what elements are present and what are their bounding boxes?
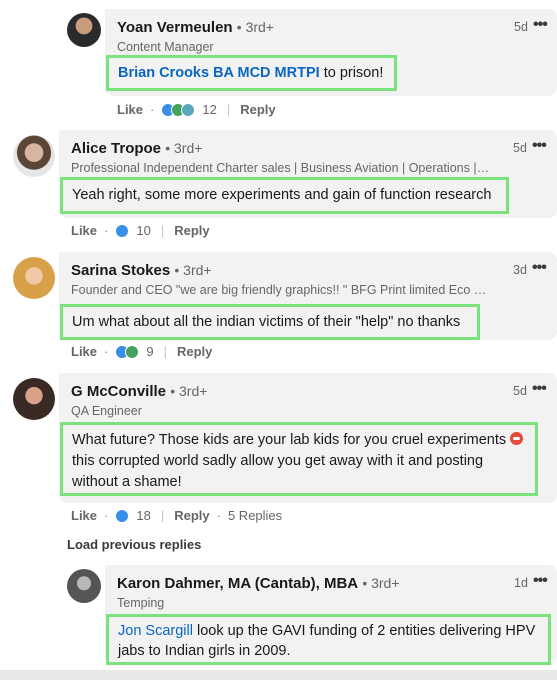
comment-bubble: Karon Dahmer, MA (Cantab), MBA • 3rd+ Te… bbox=[105, 565, 557, 665]
like-button[interactable]: Like bbox=[71, 508, 97, 523]
comment-text: Jon Scargill look up the GAVI funding of… bbox=[106, 614, 551, 665]
connection-degree: • 3rd+ bbox=[174, 262, 212, 278]
angry-emoji-icon bbox=[510, 432, 524, 445]
mention-link[interactable]: Jon Scargill bbox=[118, 623, 193, 639]
reactions[interactable] bbox=[115, 223, 130, 238]
commenter-name[interactable]: Karon Dahmer, MA (Cantab), MBA bbox=[117, 575, 358, 592]
comment-bubble: Sarina Stokes • 3rd+ Founder and CEO "we… bbox=[59, 252, 557, 340]
avatar[interactable] bbox=[13, 378, 55, 420]
comment-actions: Like · 10 | Reply bbox=[71, 223, 210, 238]
more-options-icon[interactable]: ••• bbox=[532, 137, 547, 155]
comment-time: 5d bbox=[513, 384, 527, 398]
comment-time: 5d bbox=[514, 20, 528, 34]
connection-degree: • 3rd+ bbox=[170, 383, 208, 399]
comment-alice: Alice Tropoe • 3rd+ Professional Indepen… bbox=[0, 125, 557, 245]
commenter-name[interactable]: Alice Tropoe bbox=[71, 140, 161, 157]
more-options-icon[interactable]: ••• bbox=[533, 572, 548, 590]
commenter-headline: Founder and CEO "we are big friendly gra… bbox=[71, 283, 491, 297]
comment-time: 1d bbox=[514, 576, 528, 590]
comment-actions: Like · 18 | Reply · 5 Replies bbox=[71, 508, 283, 523]
comment-bubble: Alice Tropoe • 3rd+ Professional Indepen… bbox=[59, 130, 557, 218]
comment-time: 5d bbox=[513, 141, 527, 155]
commenter-headline: QA Engineer bbox=[71, 404, 142, 418]
divider bbox=[0, 670, 557, 680]
like-button[interactable]: Like bbox=[71, 223, 97, 238]
insightful-reaction-icon bbox=[181, 102, 196, 117]
comment-actions: Like · 12 | Reply bbox=[117, 102, 276, 117]
comment-actions: Like · 9 | Reply bbox=[71, 344, 213, 359]
comment-karon: Karon Dahmer, MA (Cantab), MBA • 3rd+ Te… bbox=[0, 560, 557, 670]
like-reaction-icon bbox=[115, 223, 130, 238]
reaction-count: 9 bbox=[146, 344, 154, 359]
like-reaction-icon bbox=[115, 508, 130, 523]
reply-button[interactable]: Reply bbox=[174, 223, 209, 238]
commenter-name[interactable]: G McConville bbox=[71, 383, 166, 400]
more-options-icon[interactable]: ••• bbox=[532, 380, 547, 398]
comment-text: Brian Crooks BA MCD MRTPI to prison! bbox=[106, 55, 397, 91]
comment-time: 3d bbox=[513, 263, 527, 277]
reaction-count: 18 bbox=[136, 508, 151, 523]
commenter-name[interactable]: Sarina Stokes bbox=[71, 262, 170, 279]
reactions[interactable] bbox=[115, 508, 130, 523]
reaction-count: 12 bbox=[202, 102, 217, 117]
reply-button[interactable]: Reply bbox=[177, 344, 212, 359]
reaction-count: 10 bbox=[136, 223, 151, 238]
avatar[interactable] bbox=[13, 135, 55, 177]
reply-button[interactable]: Reply bbox=[240, 102, 275, 117]
commenter-headline: Temping bbox=[117, 596, 165, 610]
like-button[interactable]: Like bbox=[71, 344, 97, 359]
connection-degree: • 3rd+ bbox=[236, 19, 274, 35]
comment-sarina: Sarina Stokes • 3rd+ Founder and CEO "we… bbox=[0, 247, 557, 367]
replies-count[interactable]: 5 Replies bbox=[228, 508, 282, 523]
commenter-headline: Content Manager bbox=[117, 40, 214, 54]
reactions[interactable] bbox=[115, 344, 140, 359]
avatar[interactable] bbox=[13, 257, 55, 299]
mention-link[interactable]: Brian Crooks BA MCD MRTPI bbox=[118, 65, 320, 81]
comment-yoan: Yoan Vermeulen • 3rd+ Content Manager 5d… bbox=[0, 0, 557, 125]
celebrate-reaction-icon bbox=[125, 344, 140, 359]
comment-bubble: Yoan Vermeulen • 3rd+ Content Manager 5d… bbox=[105, 9, 557, 96]
comment-text: Um what about all the indian victims of … bbox=[60, 304, 480, 340]
comment-text: What future? Those kids are your lab kid… bbox=[60, 422, 538, 496]
connection-degree: • 3rd+ bbox=[165, 140, 203, 156]
comment-bubble: G McConville • 3rd+ QA Engineer 5d ••• W… bbox=[59, 373, 557, 503]
more-options-icon[interactable]: ••• bbox=[532, 259, 547, 277]
comment-gmcconville: G McConville • 3rd+ QA Engineer 5d ••• W… bbox=[0, 370, 557, 535]
commenter-headline: Professional Independent Charter sales |… bbox=[71, 161, 491, 175]
like-button[interactable]: Like bbox=[117, 102, 143, 117]
reply-button[interactable]: Reply bbox=[174, 508, 209, 523]
load-previous-replies[interactable]: Load previous replies bbox=[67, 537, 201, 552]
connection-degree: • 3rd+ bbox=[362, 575, 400, 591]
more-options-icon[interactable]: ••• bbox=[533, 16, 548, 34]
avatar[interactable] bbox=[67, 13, 101, 47]
reactions[interactable] bbox=[161, 102, 196, 117]
comment-text: Yeah right, some more experiments and ga… bbox=[60, 177, 509, 214]
avatar[interactable] bbox=[67, 569, 101, 603]
commenter-name[interactable]: Yoan Vermeulen bbox=[117, 19, 233, 36]
